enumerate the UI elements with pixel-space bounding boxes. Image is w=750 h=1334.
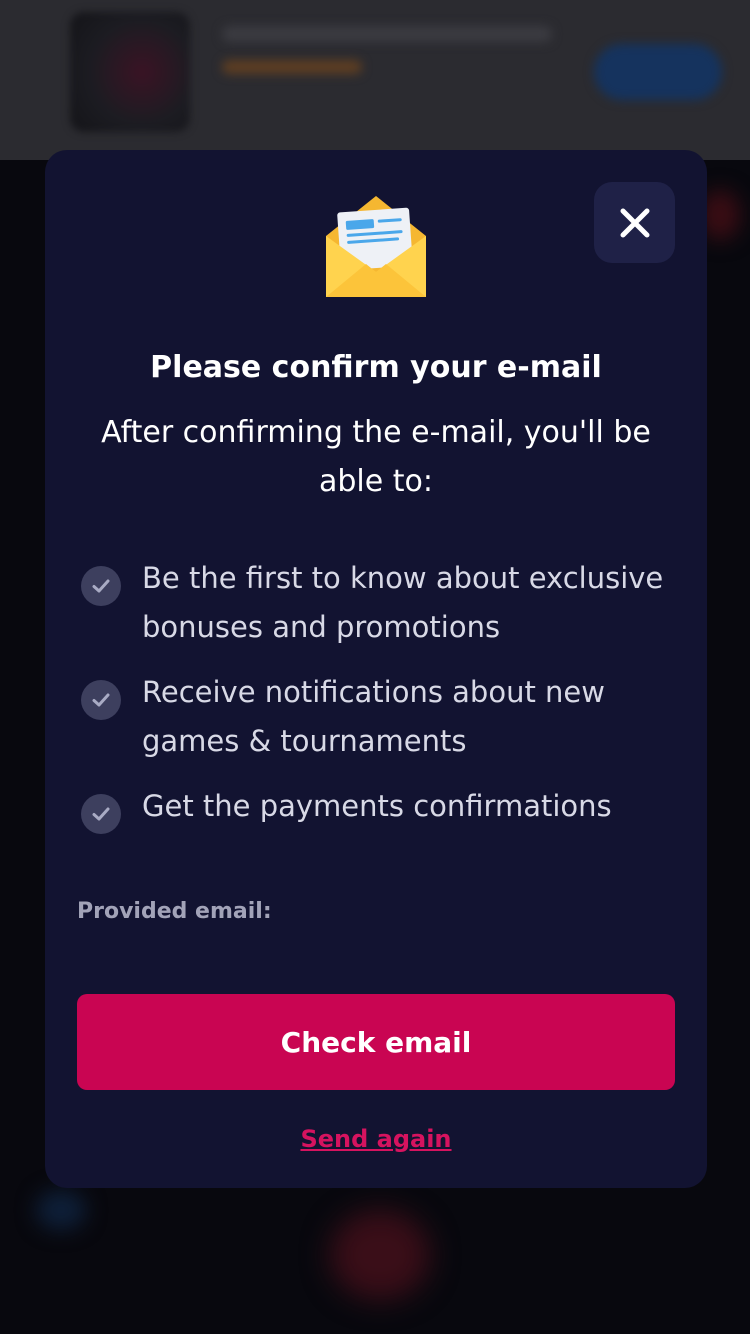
confirm-email-modal: Please confirm your e-mail After confirm…	[45, 150, 707, 1188]
close-button[interactable]	[594, 182, 675, 263]
check-circle-icon	[81, 566, 121, 606]
check-circle-icon	[81, 794, 121, 834]
modal-title: Please confirm your e-mail	[150, 350, 602, 385]
benefit-text: Receive notifications about new games & …	[142, 675, 605, 758]
background-button-blur	[594, 44, 722, 100]
send-again-link[interactable]: Send again	[45, 1120, 707, 1158]
background-nav-glow	[330, 1210, 430, 1300]
check-email-button[interactable]: Check email	[77, 994, 675, 1090]
background-logo	[70, 12, 190, 132]
check-circle-icon	[81, 680, 121, 720]
background-subtitle-blur	[222, 60, 362, 74]
modal-subtitle: After confirming the e-mail, you'll be a…	[101, 415, 651, 499]
background-title-blur	[222, 26, 552, 42]
close-icon	[620, 208, 649, 237]
open-envelope-icon	[326, 196, 426, 297]
background-header	[0, 0, 750, 160]
provided-email-label: Provided email:	[77, 899, 272, 924]
background-nav-item-glow	[36, 1190, 86, 1230]
benefit-text: Get the payments confirmations	[142, 789, 612, 823]
benefit-text: Be the first to know about exclusive bon…	[142, 561, 664, 644]
